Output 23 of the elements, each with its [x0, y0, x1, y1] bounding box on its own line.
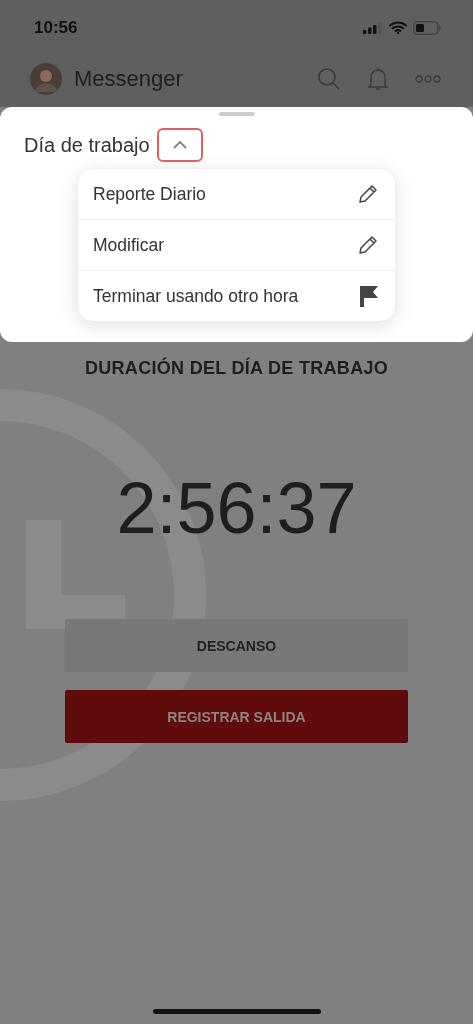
sheet-title: Día de trabajo [24, 133, 150, 157]
status-time: 10:56 [34, 17, 78, 38]
menu-item[interactable]: Reporte Diario [93, 183, 206, 205]
menu-item[interactable]: Terminar usando otro hora [93, 285, 299, 307]
avatar[interactable] [30, 63, 62, 95]
wifi-icon [389, 21, 407, 34]
timer-display: 2:56:37 [116, 467, 357, 549]
break-button[interactable]: DESCANSO [65, 619, 408, 672]
pencil-icon [357, 234, 379, 256]
pencil-icon [357, 183, 379, 205]
bell-icon[interactable] [367, 67, 389, 91]
chevron-icon [172, 141, 187, 149]
menu-item[interactable]: Modificar [93, 234, 164, 256]
more-icon[interactable] [415, 75, 441, 83]
signal-icon [363, 21, 383, 34]
collapse-button[interactable] [156, 128, 203, 162]
search-icon[interactable] [317, 67, 341, 91]
drag-handle[interactable] [218, 112, 255, 116]
flag-icon [359, 285, 379, 307]
checkout-button[interactable]: REGISTRAR SALIDA [65, 690, 408, 743]
app-title: Messenger [74, 66, 184, 92]
battery-icon [413, 20, 441, 35]
duration-heading: DURACIÓN DEL DÍA DE TRABAJO [84, 358, 389, 379]
